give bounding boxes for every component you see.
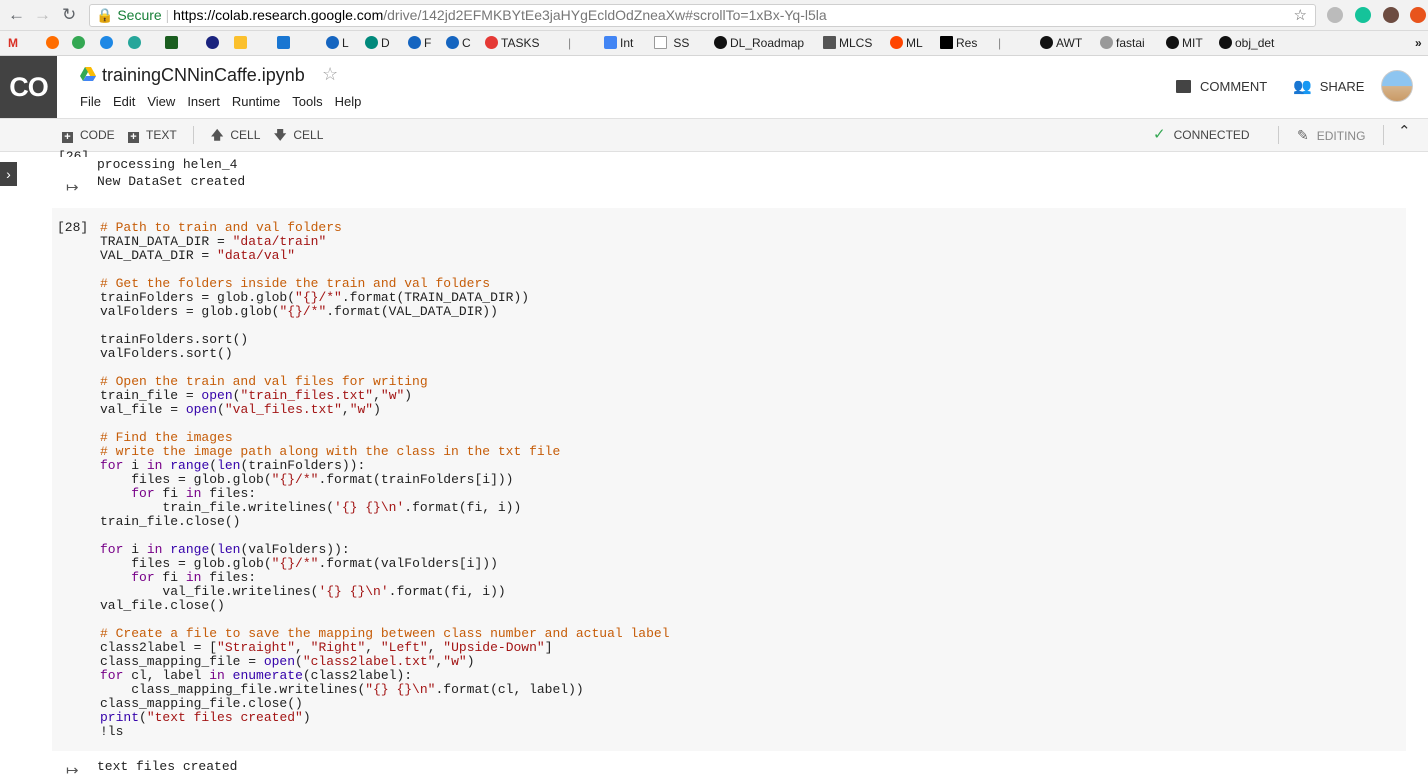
bookmark-obj-det[interactable]: obj_det: [1219, 36, 1274, 50]
output-icon: ↦: [66, 179, 79, 196]
colab-logo[interactable]: CO: [0, 56, 57, 118]
output-icon: ↦: [66, 762, 79, 779]
check-icon: ✓: [1153, 126, 1166, 143]
owl-extension-icon[interactable]: [1383, 7, 1399, 23]
bookmark-ss[interactable]: SS: [654, 36, 689, 50]
forward-icon[interactable]: →: [34, 5, 51, 25]
share-button[interactable]: 👥 SHARE: [1293, 78, 1364, 96]
drive-icon[interactable]: [72, 36, 85, 49]
back-icon[interactable]: ←: [8, 5, 25, 25]
menu-view[interactable]: View: [147, 94, 175, 109]
menu-insert[interactable]: Insert: [187, 94, 220, 109]
reload-icon[interactable]: ↻: [62, 5, 76, 25]
bookmark-dl-roadmap[interactable]: DL_Roadmap: [714, 36, 804, 50]
bookmarks-bar: M L D F C TASKS | Int SS DL_Roadmap MLCS…: [0, 31, 1428, 56]
bookmark-d[interactable]: D: [365, 36, 390, 50]
bookmark-int[interactable]: Int: [604, 36, 633, 50]
bookmarks-more-icon[interactable]: »: [1415, 36, 1422, 50]
code-editor[interactable]: # Path to train and val folders TRAIN_DA…: [100, 221, 670, 739]
grammarly-icon[interactable]: [1355, 7, 1371, 23]
plus-icon: +: [128, 132, 139, 143]
code-cell[interactable]: [28] # Path to train and val folders TRA…: [52, 208, 1406, 751]
collapse-header-icon[interactable]: ⌃: [1398, 124, 1411, 139]
bookmark-separator-2: |: [998, 36, 1002, 50]
cell-output: text files created: [97, 759, 238, 774]
bookmark-ml[interactable]: ML: [890, 36, 923, 50]
bookmark-res[interactable]: Res: [940, 36, 977, 50]
menu-tools[interactable]: Tools: [292, 94, 322, 109]
side-panel-toggle-icon[interactable]: ›: [0, 162, 17, 186]
people-icon: 👥: [1293, 78, 1312, 95]
prev-cell-number: [26]: [58, 150, 89, 157]
menu-file[interactable]: File: [80, 94, 101, 109]
editing-mode[interactable]: ✎ EDITING: [1297, 128, 1365, 143]
star-icon[interactable]: ☆: [322, 64, 338, 85]
notebook-title[interactable]: trainingCNNinCaffe.ipynb: [102, 65, 305, 86]
toolbar-divider: [1383, 125, 1384, 145]
colab-header: CO trainingCNNinCaffe.ipynb ☆ File Edit Vi…: [0, 56, 1428, 118]
menu-edit[interactable]: Edit: [113, 94, 135, 109]
add-code-button[interactable]: + CODE: [62, 128, 115, 143]
menu-help[interactable]: Help: [335, 94, 362, 109]
jio-icon[interactable]: [206, 36, 219, 49]
prev-output-line: processing helen_4: [97, 157, 238, 172]
app-icon[interactable]: [100, 36, 113, 49]
arrow-down-icon: 🡇: [274, 128, 287, 142]
shield-icon[interactable]: [277, 36, 290, 49]
toolbar-divider: [1278, 126, 1279, 144]
toolbar-divider: [193, 126, 194, 144]
url-bar[interactable]: 🔒 Secure | https://colab.research.google…: [89, 4, 1316, 27]
url-host: https://colab.research.google.com: [173, 7, 384, 23]
extension-icon[interactable]: [1327, 7, 1343, 23]
comment-icon: [1176, 80, 1191, 93]
chart-icon[interactable]: [234, 36, 247, 49]
move-cell-down-button[interactable]: 🡇 CELL: [274, 128, 323, 142]
pencil-icon: ✎: [1297, 127, 1309, 143]
lock-icon: 🔒: [96, 7, 118, 23]
prev-output-line: New DataSet created: [97, 174, 246, 189]
gmail-icon[interactable]: M: [8, 36, 18, 50]
url-path: /drive/142jd2EFMKBYtEe3jaHYgEcldOdZneaXw…: [383, 7, 827, 23]
browser-toolbar: ← → ↻ 🔒 Secure | https://colab.research.…: [0, 0, 1428, 31]
bookmark-f[interactable]: F: [408, 36, 431, 50]
connection-status[interactable]: ✓ CONNECTED: [1153, 126, 1250, 143]
cell-execution-number: [28]: [57, 220, 89, 235]
bookmark-star-icon[interactable]: ☆: [1294, 5, 1307, 26]
plus-icon: +: [62, 132, 73, 143]
menu-bar: File Edit View Insert Runtime Tools Help: [80, 94, 373, 109]
secure-label: Secure: [117, 7, 162, 23]
bookmark-fastai[interactable]: fastai: [1100, 36, 1145, 50]
bookmark-tasks[interactable]: TASKS: [485, 36, 539, 50]
add-text-button[interactable]: + TEXT: [128, 128, 177, 143]
comment-button[interactable]: COMMENT: [1176, 78, 1267, 96]
firefox-icon[interactable]: [46, 36, 59, 49]
bookmark-separator: |: [568, 36, 572, 50]
avatar[interactable]: [1381, 70, 1413, 102]
menu-runtime[interactable]: Runtime: [232, 94, 280, 109]
bookmark-c[interactable]: C: [446, 36, 471, 50]
drive-icon: [80, 67, 96, 81]
bookmark-awt[interactable]: AWT: [1040, 36, 1082, 50]
bookmark-l[interactable]: L: [326, 36, 349, 50]
arrow-up-icon: 🡅: [211, 128, 224, 142]
bookmark-mlcs[interactable]: MLCS: [823, 36, 872, 50]
sheet-icon[interactable]: [165, 36, 178, 49]
extension-red-icon[interactable]: [1410, 7, 1426, 23]
edge-icon[interactable]: [128, 36, 141, 49]
move-cell-up-button[interactable]: 🡅 CELL: [211, 128, 260, 142]
bookmark-mit[interactable]: MIT: [1166, 36, 1203, 50]
notebook-toolbar: + CODE + TEXT 🡅 CELL 🡇 CELL ✓ CONNECTED ✎ EDIT…: [0, 118, 1428, 152]
